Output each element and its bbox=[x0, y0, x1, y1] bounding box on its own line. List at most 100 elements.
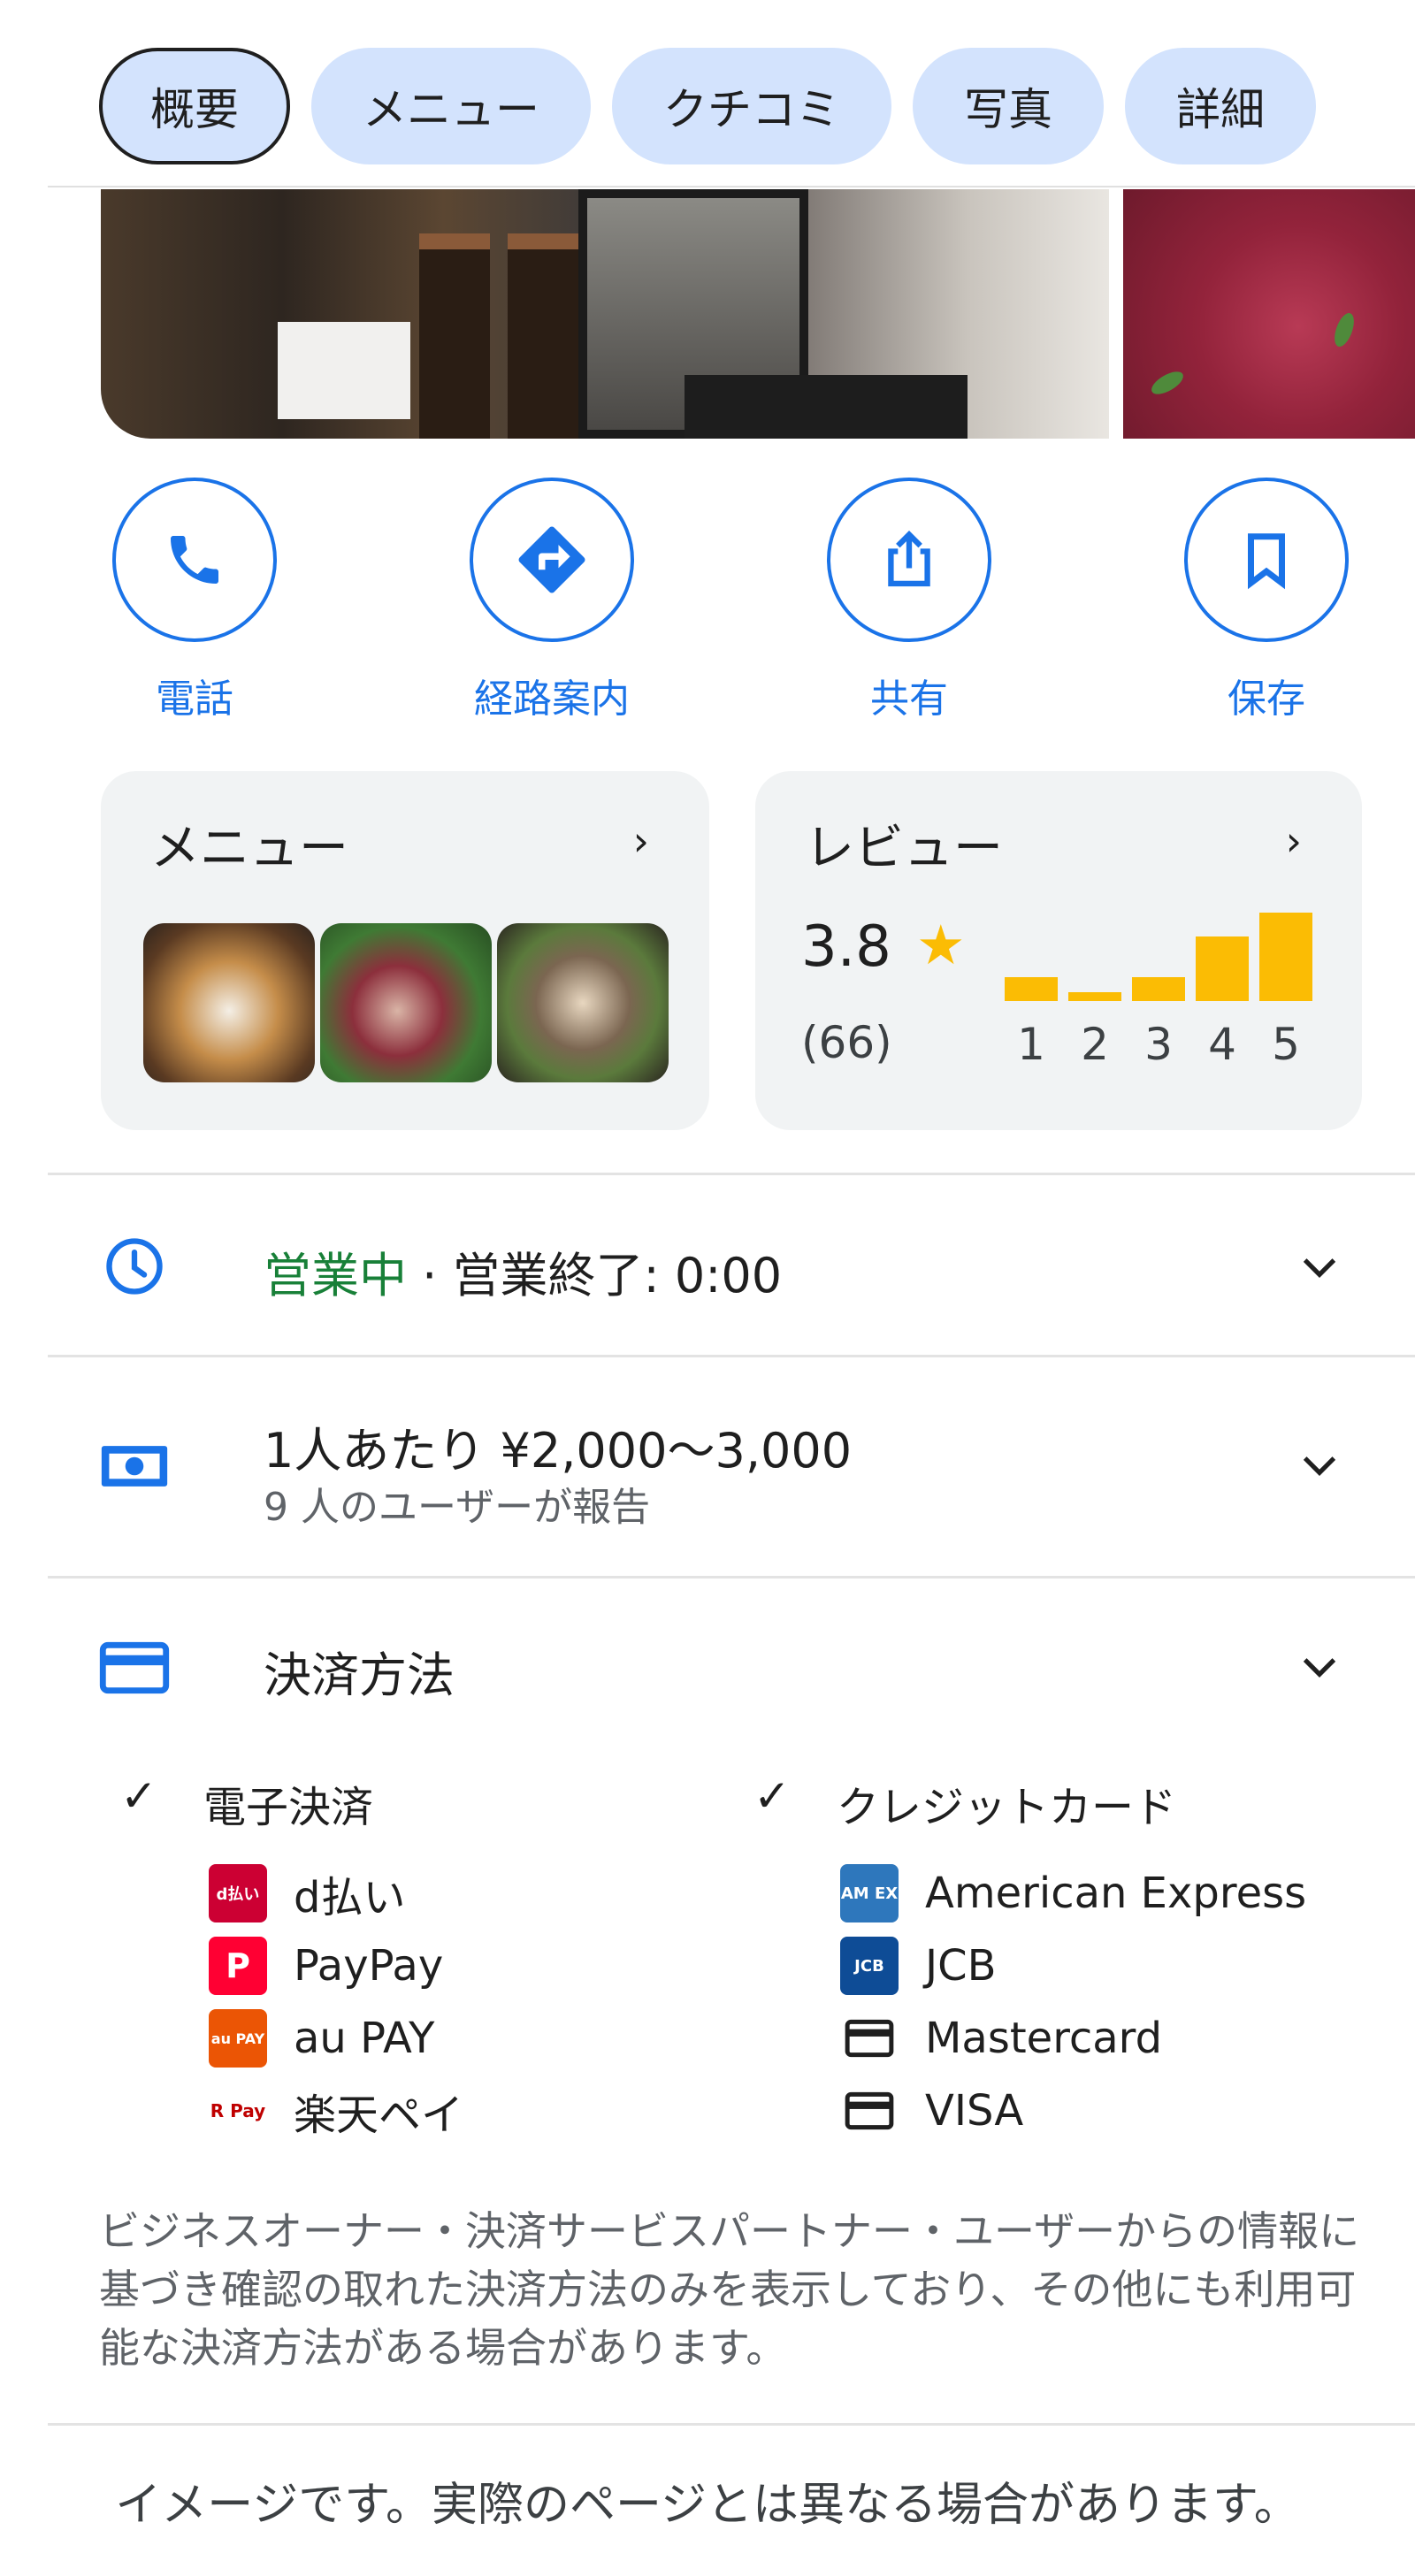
check-icon: ✓ bbox=[120, 1770, 157, 1822]
tab-overview[interactable]: 概要 bbox=[99, 48, 290, 164]
closing-time: 営業終了: 0:00 bbox=[452, 1248, 783, 1303]
leaf-shape bbox=[1148, 367, 1187, 399]
payment-disclaimer: ビジネスオーナー・決済サービスパートナー・ユーザーからの情報に基づき確認の取れた… bbox=[99, 2207, 1360, 2372]
payment-item: VISA bbox=[840, 2082, 1023, 2140]
directions-circle[interactable] bbox=[470, 478, 634, 642]
price-range[interactable]: 1人あたり ¥2,000〜3,000 bbox=[264, 1411, 852, 1481]
rating-bar-label: 1 bbox=[1017, 1019, 1045, 1070]
clock-icon bbox=[99, 1231, 170, 1302]
section-divider bbox=[48, 1173, 1415, 1175]
hours-row[interactable]: 営業中 · 営業終了: 0:00 bbox=[264, 1236, 782, 1306]
payment-item: P PayPay bbox=[209, 1937, 443, 1995]
review-card[interactable]: レビュー › 3.8 ★ (66) 12345 bbox=[755, 771, 1362, 1130]
directions-button[interactable]: 経路案内 bbox=[463, 478, 640, 723]
stool-shape bbox=[508, 233, 578, 439]
payment-item: AM EX American Express bbox=[840, 1864, 1306, 1922]
card-icon bbox=[840, 2009, 899, 2068]
review-count: (66) bbox=[801, 1017, 892, 1068]
rating-bar-label: 2 bbox=[1081, 1019, 1109, 1070]
mat-shape bbox=[685, 375, 968, 439]
call-button[interactable]: 電話 bbox=[106, 478, 283, 723]
storefront-photo[interactable] bbox=[101, 189, 1109, 439]
menu-thumbnail[interactable] bbox=[497, 923, 669, 1082]
tab-menu[interactable]: メニュー bbox=[311, 48, 591, 164]
menu-card-title: メニュー bbox=[150, 820, 348, 877]
directions-icon bbox=[518, 526, 585, 593]
rating-bar-label: 4 bbox=[1208, 1019, 1236, 1070]
menu-thumbnail[interactable] bbox=[143, 923, 315, 1082]
star-icon: ★ bbox=[916, 913, 966, 977]
credit-card-heading: クレジットカード bbox=[837, 1783, 1177, 1832]
price-report-count: 9 人のユーザーが報告 bbox=[264, 1485, 651, 1530]
tabs-divider bbox=[48, 186, 1415, 187]
payment-item: R Pay 楽天ペイ bbox=[209, 2082, 463, 2140]
cash-icon bbox=[99, 1431, 170, 1502]
electronic-payment-heading: 電子決済 bbox=[203, 1783, 374, 1832]
credit-card-icon bbox=[99, 1632, 170, 1703]
save-circle[interactable] bbox=[1184, 478, 1349, 642]
payment-name: au PAY bbox=[294, 2014, 435, 2063]
rating-value: 3.8 bbox=[801, 914, 891, 980]
payment-name: PayPay bbox=[294, 1941, 444, 1991]
call-label: 電話 bbox=[156, 676, 233, 722]
payment-name: 楽天ペイ bbox=[294, 2091, 464, 2140]
rating-bar-5 bbox=[1259, 913, 1312, 1001]
section-divider bbox=[48, 1576, 1415, 1578]
rating-bar-4 bbox=[1196, 936, 1249, 1001]
rating-bar-3 bbox=[1132, 977, 1185, 1001]
hours-separator: · bbox=[407, 1248, 453, 1303]
chevron-down-icon[interactable] bbox=[1291, 1638, 1348, 1694]
tab-details[interactable]: 詳細 bbox=[1125, 48, 1316, 164]
chevron-down-icon[interactable] bbox=[1291, 1436, 1348, 1493]
phone-icon bbox=[171, 536, 218, 584]
check-icon: ✓ bbox=[753, 1770, 791, 1822]
chevron-right-icon: › bbox=[632, 817, 649, 865]
d-barai-logo-icon: d払い bbox=[209, 1864, 267, 1922]
chevron-right-icon: › bbox=[1285, 817, 1302, 865]
au-pay-logo-icon: au PAY bbox=[209, 2009, 267, 2068]
jcb-logo-icon: JCB bbox=[840, 1937, 899, 1995]
rating-bar-label: 3 bbox=[1144, 1019, 1173, 1070]
open-status: 営業中 bbox=[264, 1248, 407, 1303]
payment-name: Mastercard bbox=[925, 2014, 1163, 2063]
share-button[interactable]: 共有 bbox=[821, 478, 998, 723]
payment-item: JCB JCB bbox=[840, 1937, 997, 1995]
leaf-shape bbox=[1330, 310, 1358, 349]
image-note: イメージです。実際のページとは異なる場合があります。 bbox=[115, 2479, 1300, 2532]
call-circle[interactable] bbox=[112, 478, 277, 642]
payment-item: d払い d払い bbox=[209, 1864, 405, 1922]
rating-bar-2 bbox=[1068, 992, 1121, 1001]
share-icon bbox=[888, 531, 930, 587]
share-circle[interactable] bbox=[827, 478, 991, 642]
chevron-down-icon[interactable] bbox=[1291, 1238, 1348, 1295]
paypay-logo-icon: P bbox=[209, 1937, 267, 1995]
payment-item: au PAY au PAY bbox=[209, 2009, 434, 2068]
rakuten-pay-logo-icon: R Pay bbox=[209, 2082, 267, 2140]
payment-item: Mastercard bbox=[840, 2009, 1162, 2068]
food-photo[interactable] bbox=[1123, 189, 1415, 439]
payment-name: d払い bbox=[294, 1873, 406, 1922]
share-label: 共有 bbox=[870, 676, 948, 722]
section-divider bbox=[48, 1355, 1415, 1357]
payment-methods-title[interactable]: 決済方法 bbox=[264, 1636, 455, 1706]
amex-logo-icon: AM EX bbox=[840, 1864, 899, 1922]
payment-name: American Express bbox=[925, 1869, 1307, 1918]
save-button[interactable]: 保存 bbox=[1178, 478, 1355, 723]
tab-bar: 概要 メニュー クチコミ 写真 詳細 bbox=[99, 48, 1316, 168]
menu-thumbnail[interactable] bbox=[320, 923, 492, 1082]
save-label: 保存 bbox=[1228, 676, 1305, 722]
payment-name: JCB bbox=[925, 1941, 997, 1991]
tab-photos[interactable]: 写真 bbox=[913, 48, 1104, 164]
directions-label: 経路案内 bbox=[474, 676, 630, 722]
menu-card[interactable]: メニュー › bbox=[101, 771, 709, 1130]
section-divider bbox=[48, 2423, 1415, 2426]
bookmark-icon bbox=[1248, 533, 1285, 590]
card-icon bbox=[840, 2082, 899, 2140]
payment-name: VISA bbox=[925, 2086, 1024, 2136]
rating-bar-1 bbox=[1005, 977, 1058, 1001]
tab-reviews[interactable]: クチコミ bbox=[612, 48, 891, 164]
box-shape bbox=[278, 322, 410, 419]
stool-shape bbox=[419, 233, 490, 439]
rating-bar-label: 5 bbox=[1272, 1019, 1300, 1070]
review-card-title: レビュー bbox=[805, 820, 1003, 877]
